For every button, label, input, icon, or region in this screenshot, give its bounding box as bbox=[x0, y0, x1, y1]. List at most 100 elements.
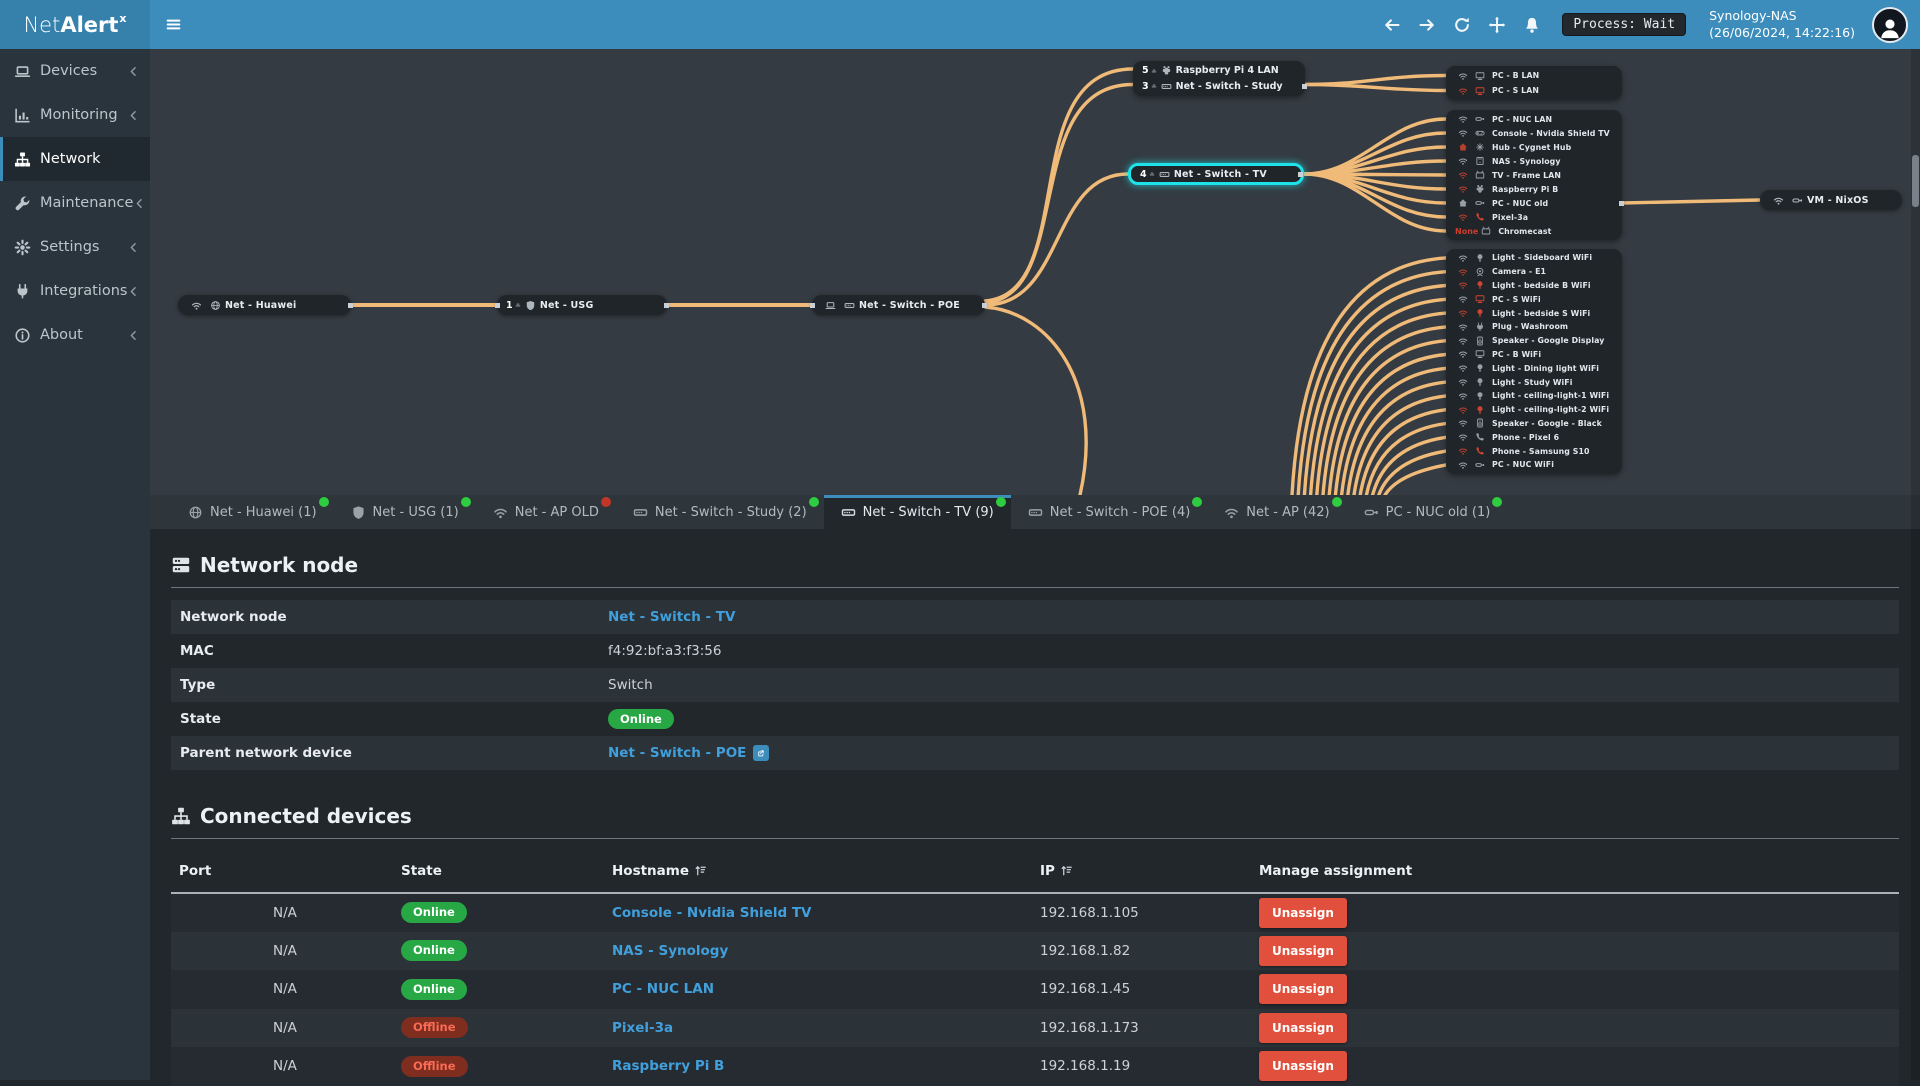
topology-node-net-huawei[interactable]: Net - Huawei bbox=[178, 295, 351, 315]
column-header-ip[interactable]: IP bbox=[1032, 851, 1251, 893]
device-row-pc-s-lan[interactable]: PC - S LAN bbox=[1446, 83, 1622, 98]
unassign-button[interactable]: Unassign bbox=[1259, 1013, 1347, 1043]
topology-link bbox=[1305, 85, 1446, 91]
device-row-light-study-wifi[interactable]: Light - Study WiFi bbox=[1446, 375, 1622, 389]
tab-net-ap-42[interactable]: Net - AP (42) bbox=[1207, 495, 1346, 529]
detail-row-type: TypeSwitch bbox=[171, 668, 1899, 702]
sidebar-item-about[interactable]: About bbox=[0, 313, 150, 357]
device-row-pc-nuc-lan[interactable]: PC - NUC LAN bbox=[1446, 112, 1622, 126]
device-row-pc-b-wifi[interactable]: PC - B WiFi bbox=[1446, 348, 1622, 362]
column-header-manage-assignment[interactable]: Manage assignment bbox=[1251, 851, 1899, 893]
detail-link[interactable]: Net - Switch - POE bbox=[608, 745, 746, 761]
hostname-link[interactable]: PC - NUC LAN bbox=[612, 981, 714, 997]
tab-net-switch-tv-9[interactable]: Net - Switch - TV (9) bbox=[824, 495, 1011, 529]
wifi-icon bbox=[1458, 336, 1468, 346]
device-row-console-nvidia-shield-tv[interactable]: Console - Nvidia Shield TV bbox=[1446, 126, 1622, 140]
device-row-nas-synology[interactable]: NAS - Synology bbox=[1446, 154, 1622, 168]
device-row-plug-washroom[interactable]: Plug - Washroom bbox=[1446, 320, 1622, 334]
device-row-light-dining-light-wifi[interactable]: Light - Dining light WiFi bbox=[1446, 361, 1622, 375]
column-header-hostname[interactable]: Hostname bbox=[604, 851, 1032, 893]
sidebar-item-maintenance[interactable]: Maintenance bbox=[0, 181, 150, 225]
tab-net-switch-study-2[interactable]: Net - Switch - Study (2) bbox=[616, 495, 824, 529]
topology-node-raspberry-pi-4-lan[interactable]: 5Raspberry Pi 4 LAN bbox=[1133, 63, 1305, 79]
hostname-link[interactable]: Pixel-3a bbox=[612, 1020, 673, 1036]
notifications-button[interactable] bbox=[1523, 16, 1541, 34]
sidebar-item-integrations[interactable]: Integrations bbox=[0, 269, 150, 313]
device-label: PC - B LAN bbox=[1492, 71, 1539, 80]
unassign-button[interactable]: Unassign bbox=[1259, 936, 1347, 966]
device-row-light-sideboard-wifi[interactable]: Light - Sideboard WiFi bbox=[1446, 251, 1622, 265]
hostname-link[interactable]: Raspberry Pi B bbox=[612, 1058, 724, 1074]
signal-slot bbox=[1455, 349, 1470, 359]
topology-node-vm-nixos[interactable]: VM - NixOS bbox=[1760, 190, 1902, 210]
column-header-state[interactable]: State bbox=[393, 851, 604, 893]
device-icon-slot bbox=[1472, 363, 1487, 373]
device-row-raspberry-pi-b[interactable]: Raspberry Pi B bbox=[1446, 182, 1622, 196]
device-row-pc-s-wifi[interactable]: PC - S WiFi bbox=[1446, 292, 1622, 306]
device-row-phone-pixel-6[interactable]: Phone - Pixel 6 bbox=[1446, 430, 1622, 444]
page-scrollbar[interactable] bbox=[1911, 49, 1920, 1080]
nav-forward-button[interactable] bbox=[1418, 16, 1436, 34]
hamburger-icon bbox=[165, 16, 182, 33]
device-row-pc-b-lan[interactable]: PC - B LAN bbox=[1446, 68, 1622, 83]
user-avatar[interactable] bbox=[1872, 7, 1908, 43]
sidebar-item-monitoring[interactable]: Monitoring bbox=[0, 93, 150, 137]
unassign-button[interactable]: Unassign bbox=[1259, 898, 1347, 928]
scrollbar-thumb[interactable] bbox=[1912, 155, 1919, 207]
device-row-phone-samsung-s10[interactable]: Phone - Samsung S10 bbox=[1446, 444, 1622, 458]
device-label: PC - B WiFi bbox=[1492, 350, 1541, 359]
column-header-port[interactable]: Port bbox=[171, 851, 393, 893]
device-label: NAS - Synology bbox=[1492, 157, 1561, 166]
sidebar-toggle-button[interactable] bbox=[150, 0, 196, 49]
device-row-camera-e1[interactable]: Camera - E1 bbox=[1446, 265, 1622, 279]
tab-net-usg-1[interactable]: Net - USG (1) bbox=[334, 495, 476, 529]
device-row-pc-nuc-old[interactable]: PC - NUC old bbox=[1446, 196, 1622, 210]
cell-state: Online bbox=[393, 893, 604, 932]
device-row-light-bedside-b-wifi[interactable]: Light - bedside B WiFi bbox=[1446, 279, 1622, 293]
sidebar-item-network[interactable]: Network bbox=[0, 137, 150, 181]
tab-pc-nuc-old-1[interactable]: PC - NUC old (1) bbox=[1347, 495, 1508, 529]
device-row-light-bedside-s-wifi[interactable]: Light - bedside S WiFi bbox=[1446, 306, 1622, 320]
host-timestamp: (26/06/2024, 14:22:16) bbox=[1709, 25, 1855, 41]
connector bbox=[982, 303, 987, 308]
device-row-light-ceiling-light-2-wifi[interactable]: Light - ceiling-light-2 WiFi bbox=[1446, 403, 1622, 417]
hostname-link[interactable]: Console - Nvidia Shield TV bbox=[612, 905, 811, 921]
stack-icon bbox=[1151, 68, 1157, 74]
wifi-icon bbox=[1458, 349, 1468, 359]
app-logo[interactable]: NetAlertx bbox=[0, 0, 150, 49]
topology-node-net-switch-tv-selected[interactable]: 4Net - Switch - TV bbox=[1128, 163, 1304, 185]
topology-node-net-switch-poe[interactable]: Net - Switch - POE bbox=[812, 295, 985, 315]
nav-back-button[interactable] bbox=[1383, 16, 1401, 34]
dongle-icon bbox=[1475, 198, 1485, 208]
signal-slot bbox=[1455, 198, 1470, 208]
device-row-light-ceiling-light-1-wifi[interactable]: Light - ceiling-light-1 WiFi bbox=[1446, 389, 1622, 403]
tab-net-switch-poe-4[interactable]: Net - Switch - POE (4) bbox=[1011, 495, 1208, 529]
device-row-speaker-google-black[interactable]: Speaker - Google - Black bbox=[1446, 417, 1622, 431]
tab-net-huawei-1[interactable]: Net - Huawei (1) bbox=[171, 495, 334, 529]
network-topology[interactable]: Net - Huawei 1Net - USG Net - Switch - POE… bbox=[150, 49, 1920, 495]
topology-node-net-switch-study[interactable]: 3Net - Switch - Study bbox=[1133, 79, 1305, 95]
detail-link[interactable]: Net - Switch - TV bbox=[608, 609, 735, 625]
device-row-pixel-3a[interactable]: Pixel-3a bbox=[1446, 210, 1622, 224]
process-status-badge: Process: Wait bbox=[1562, 13, 1686, 36]
device-row-chromecast[interactable]: NoneChromecast bbox=[1446, 224, 1622, 238]
refresh-icon bbox=[1453, 16, 1471, 34]
hostname-link[interactable]: NAS - Synology bbox=[612, 943, 728, 959]
unassign-button[interactable]: Unassign bbox=[1259, 1051, 1347, 1081]
refresh-button[interactable] bbox=[1453, 16, 1471, 34]
pan-move-button[interactable] bbox=[1488, 16, 1506, 34]
device-row-tv-frame-lan[interactable]: TV - Frame LAN bbox=[1446, 168, 1622, 182]
plug-icon bbox=[1475, 322, 1485, 332]
switch-icon bbox=[1028, 505, 1043, 520]
external-link-icon[interactable] bbox=[753, 745, 769, 761]
unassign-button[interactable]: Unassign bbox=[1259, 974, 1347, 1004]
device-row-pc-nuc-wifi[interactable]: PC - NUC WiFi bbox=[1446, 458, 1622, 472]
tab-net-ap-old[interactable]: Net - AP OLD bbox=[476, 495, 616, 529]
sidebar-item-settings[interactable]: Settings bbox=[0, 225, 150, 269]
no-signal-label: None bbox=[1455, 227, 1478, 236]
device-row-hub-cygnet-hub[interactable]: Hub - Cygnet Hub bbox=[1446, 140, 1622, 154]
topology-node-net-usg[interactable]: 1Net - USG bbox=[497, 295, 667, 315]
sidebar-item-devices[interactable]: Devices bbox=[0, 49, 150, 93]
status-dot-green bbox=[1492, 497, 1502, 507]
device-row-speaker-google-display[interactable]: Speaker - Google Display bbox=[1446, 334, 1622, 348]
